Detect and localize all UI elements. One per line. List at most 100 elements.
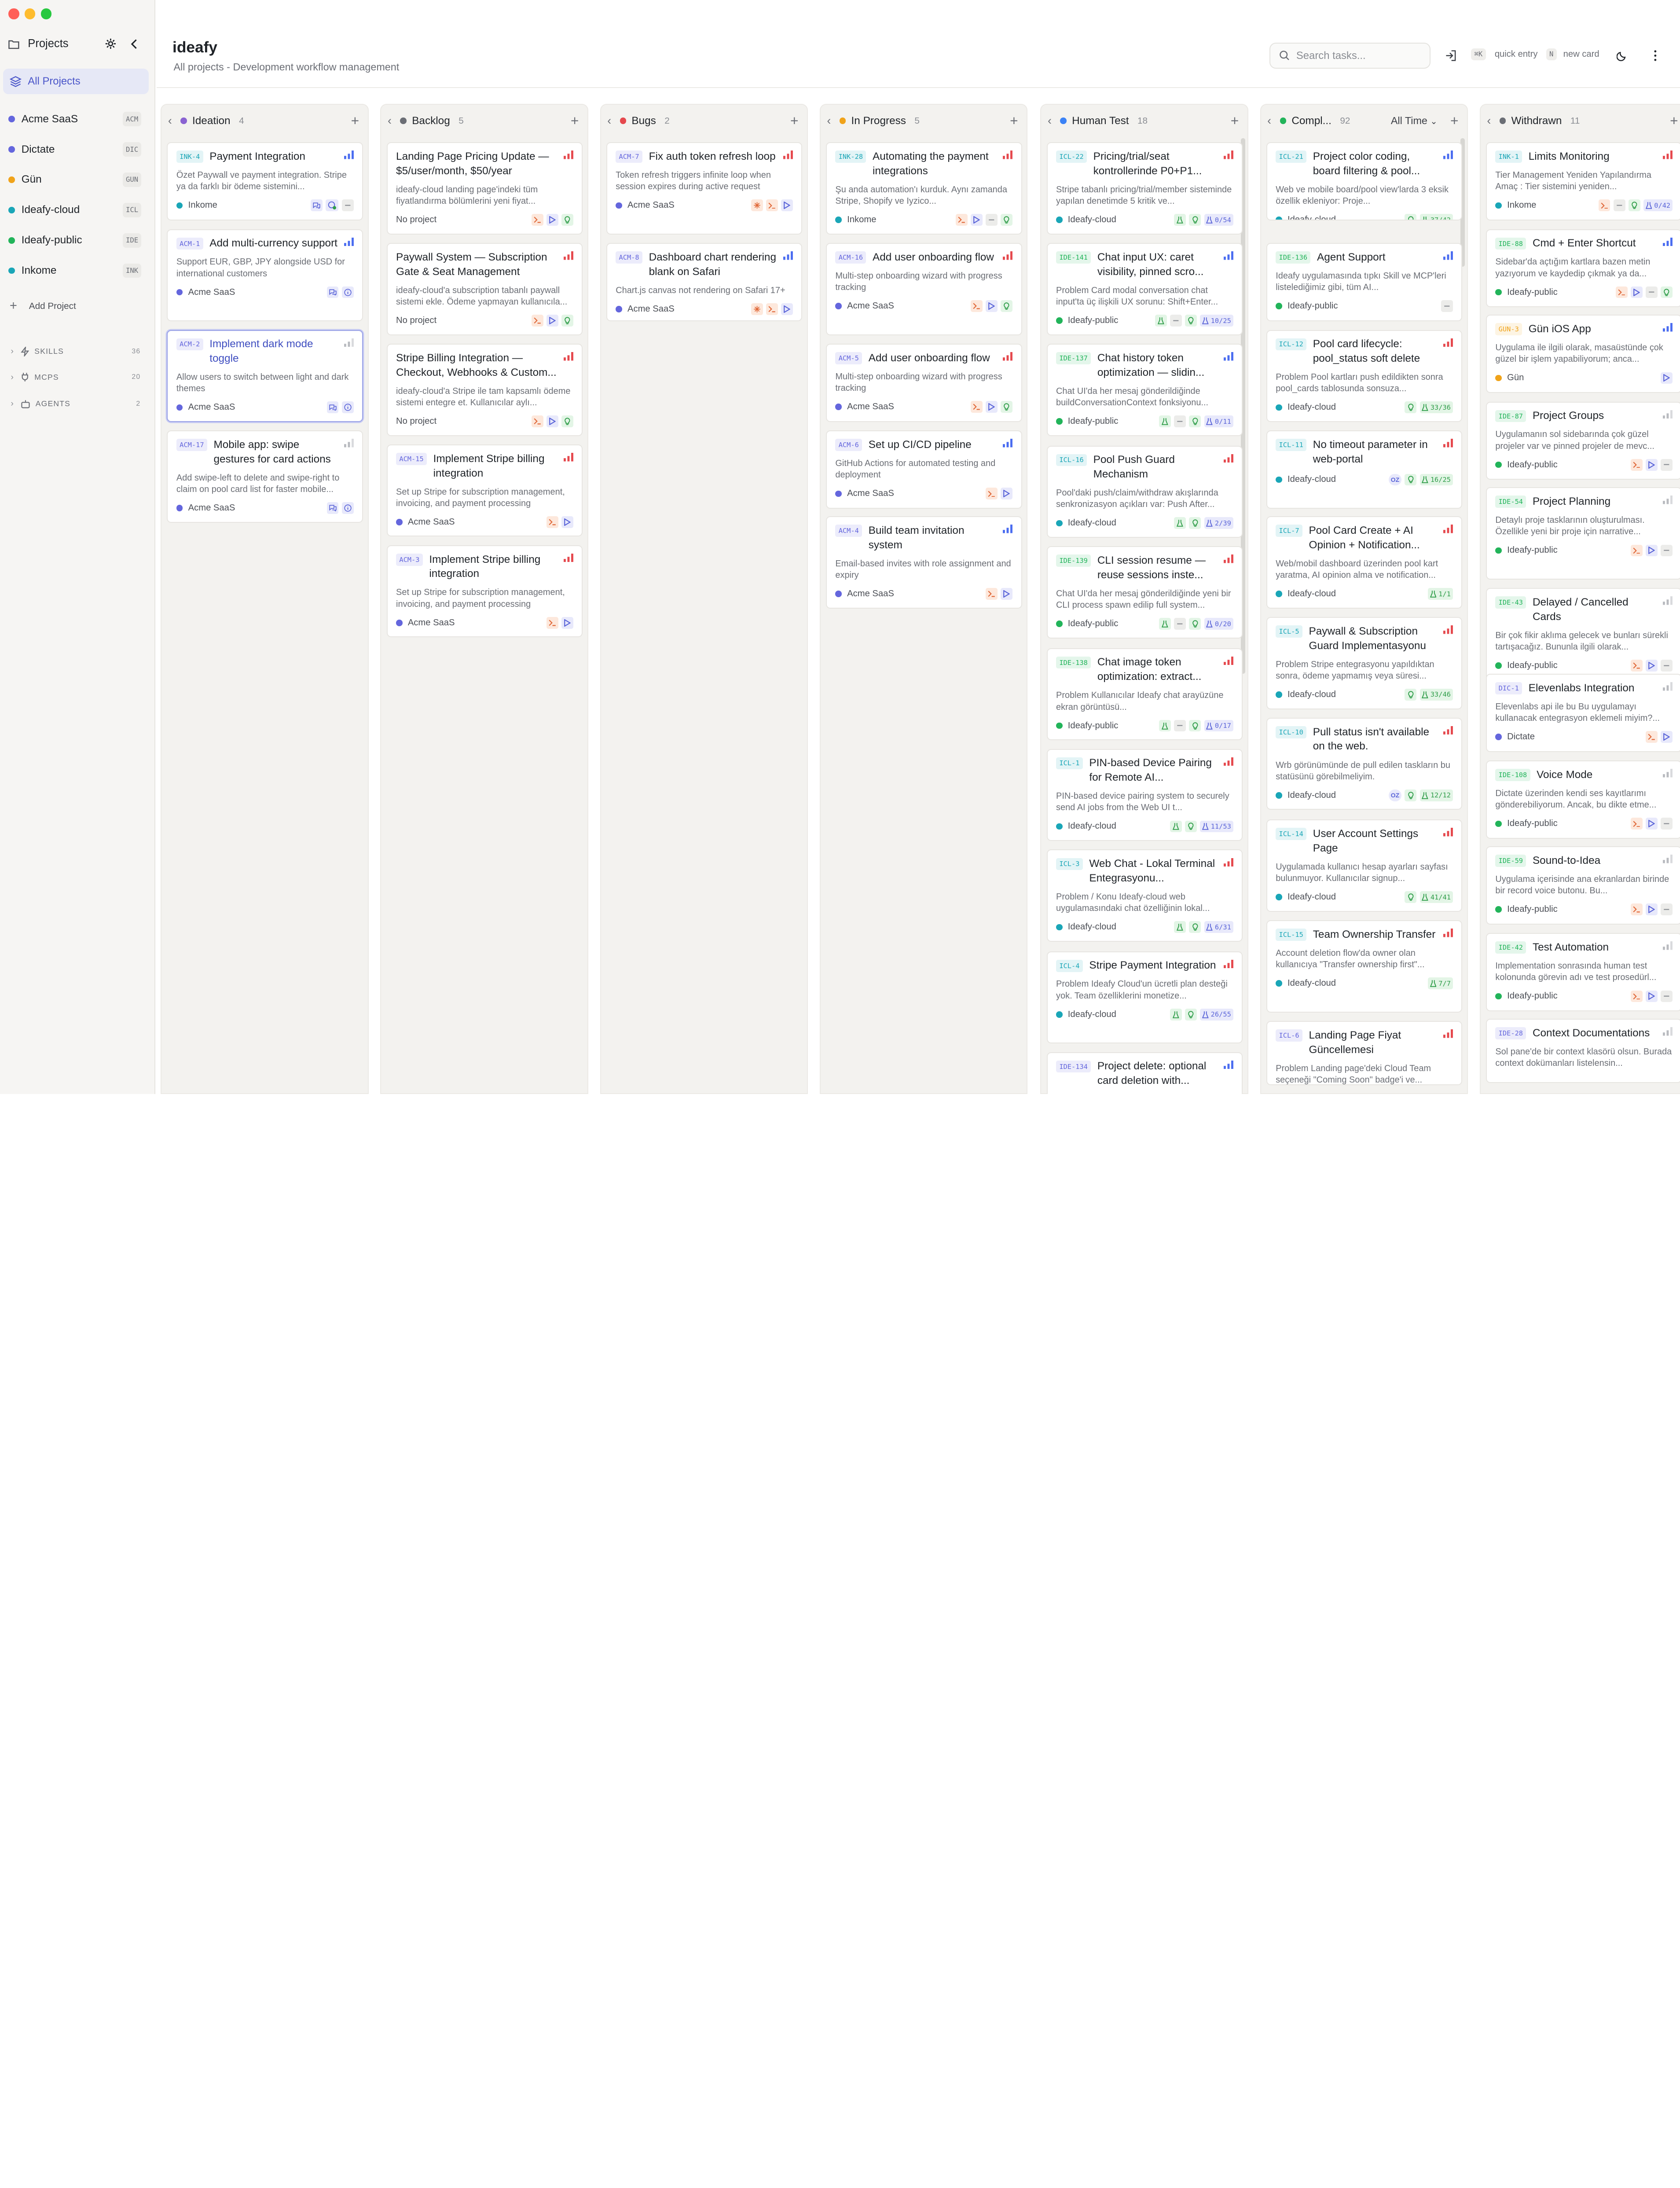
play-icon[interactable] bbox=[971, 214, 983, 226]
task-card[interactable]: ACM-8Dashboard chart rendering blank on … bbox=[606, 243, 803, 321]
play-icon[interactable] bbox=[1646, 459, 1658, 471]
terminal-icon[interactable] bbox=[766, 303, 778, 315]
chat-icon[interactable] bbox=[311, 199, 323, 211]
task-card[interactable]: ACM-17Mobile app: swipe gestures for car… bbox=[167, 430, 363, 522]
terminal-icon[interactable] bbox=[532, 214, 543, 226]
task-card[interactable]: ICL-1PIN-based Device Pairing for Remote… bbox=[1047, 749, 1243, 841]
new-card-label[interactable]: new card bbox=[1563, 49, 1599, 59]
play-icon[interactable] bbox=[986, 300, 998, 312]
minus-icon[interactable] bbox=[1661, 991, 1673, 1002]
task-card[interactable]: IDE-87Project GroupsUygulamanın sol side… bbox=[1486, 402, 1680, 480]
lightbulb-icon[interactable] bbox=[1661, 286, 1673, 298]
task-card[interactable]: IDE-54Project PlanningDetaylı proje task… bbox=[1486, 487, 1680, 579]
terminal-icon[interactable] bbox=[971, 401, 983, 413]
lightbulb-icon[interactable] bbox=[561, 214, 573, 226]
minus-icon[interactable] bbox=[1661, 459, 1673, 471]
task-card[interactable]: IDE-139CLI session resume — reuse sessio… bbox=[1047, 546, 1243, 638]
minus-icon[interactable] bbox=[1174, 618, 1186, 630]
task-card[interactable]: Paywall System — Subscription Gate & Sea… bbox=[387, 243, 583, 335]
sidebar-item-project[interactable]: Ideafy-publicIDE bbox=[0, 225, 155, 256]
lightbulb-icon[interactable] bbox=[1189, 618, 1201, 630]
minus-icon[interactable] bbox=[1170, 315, 1182, 327]
task-card[interactable]: IDE-88Cmd + Enter ShortcutSidebar'da açt… bbox=[1486, 229, 1680, 308]
lightbulb-icon[interactable] bbox=[1185, 315, 1197, 327]
play-icon[interactable] bbox=[1646, 991, 1658, 1002]
terminal-icon[interactable] bbox=[1631, 903, 1643, 915]
bug-icon[interactable] bbox=[751, 303, 763, 315]
task-card[interactable]: Stripe Billing Integration — Checkout, W… bbox=[387, 344, 583, 436]
add-card-plus-icon[interactable]: + bbox=[790, 113, 798, 129]
sidebar-section-skills[interactable]: › SKILLS 36 bbox=[11, 344, 140, 359]
task-card[interactable]: GUN-3Gün iOS AppUygulama ile ilgili olar… bbox=[1486, 315, 1680, 393]
lightbulb-icon[interactable] bbox=[1405, 474, 1416, 486]
lightbulb-icon[interactable] bbox=[1189, 720, 1201, 732]
flask-icon[interactable] bbox=[1159, 415, 1171, 427]
task-card[interactable]: ICL-16Pool Push Guard MechanismPool'daki… bbox=[1047, 446, 1243, 538]
collapse-column-chevron-icon[interactable]: ‹ bbox=[827, 114, 831, 128]
task-card[interactable]: Landing Page Pricing Update — $5/user/mo… bbox=[387, 142, 583, 234]
play-icon[interactable] bbox=[547, 214, 558, 226]
lightbulb-icon[interactable] bbox=[1189, 415, 1201, 427]
chat-icon[interactable] bbox=[327, 401, 339, 413]
terminal-icon[interactable] bbox=[532, 415, 543, 427]
settings-gear-icon[interactable] bbox=[103, 37, 118, 51]
play-icon[interactable] bbox=[1001, 588, 1012, 600]
chat-icon[interactable] bbox=[327, 502, 339, 514]
task-card[interactable]: ICL-14User Account Settings PageUygulama… bbox=[1266, 819, 1463, 911]
collapse-column-chevron-icon[interactable]: ‹ bbox=[1487, 114, 1491, 128]
play-icon[interactable] bbox=[1646, 818, 1658, 830]
sidebar-section-agents[interactable]: › AGENTS 2 bbox=[11, 396, 140, 411]
terminal-icon[interactable] bbox=[1616, 286, 1628, 298]
sidebar-item-all-projects[interactable]: All Projects bbox=[3, 69, 149, 94]
flask-icon[interactable] bbox=[1155, 315, 1167, 327]
terminal-icon[interactable] bbox=[547, 516, 558, 528]
add-card-plus-icon[interactable]: + bbox=[1231, 113, 1239, 129]
gear-check-icon[interactable] bbox=[326, 199, 338, 211]
add-card-plus-icon[interactable]: + bbox=[1670, 113, 1678, 129]
task-card[interactable]: INK-28Automating the payment integration… bbox=[826, 142, 1022, 234]
chat-icon[interactable] bbox=[327, 286, 339, 298]
task-card[interactable]: ICL-15Team Ownership TransferAccount del… bbox=[1266, 920, 1463, 1012]
task-card[interactable]: ICL-6Landing Page Fiyat GüncellemesiProb… bbox=[1266, 1021, 1463, 1085]
moon-icon[interactable] bbox=[1614, 47, 1631, 64]
terminal-icon[interactable] bbox=[1631, 818, 1643, 830]
task-card[interactable]: ICL-21Project color coding, board filter… bbox=[1266, 142, 1463, 220]
task-card[interactable]: IDE-108Voice ModeDictate üzerinden kendi… bbox=[1486, 760, 1680, 839]
minus-icon[interactable] bbox=[1661, 545, 1673, 557]
task-card[interactable]: DIC-1Elevenlabs IntegrationElevenlabs ap… bbox=[1486, 674, 1680, 752]
search-input[interactable] bbox=[1296, 50, 1425, 62]
task-card[interactable]: ACM-16Add user onboarding flowMulti-step… bbox=[826, 243, 1022, 335]
play-icon[interactable] bbox=[781, 303, 793, 315]
flask-icon[interactable] bbox=[1174, 921, 1186, 933]
play-icon[interactable] bbox=[1646, 660, 1658, 672]
minus-icon[interactable] bbox=[986, 214, 998, 226]
add-card-plus-icon[interactable]: + bbox=[1450, 113, 1458, 129]
sidebar-section-mcps[interactable]: › MCPS 20 bbox=[11, 370, 140, 385]
task-card[interactable]: ICL-12Pool card lifecycle: pool_status s… bbox=[1266, 330, 1463, 422]
play-icon[interactable] bbox=[561, 617, 573, 629]
login-icon[interactable] bbox=[1442, 47, 1460, 64]
task-card[interactable]: ACM-1Add multi-currency supportSupport E… bbox=[167, 229, 363, 321]
task-card[interactable]: IDE-28Context DocumentationsSol pane'de … bbox=[1486, 1019, 1680, 1083]
task-card[interactable]: ICL-10Pull status isn't available on the… bbox=[1266, 718, 1463, 810]
terminal-icon[interactable] bbox=[1599, 199, 1610, 211]
minus-icon[interactable] bbox=[1661, 818, 1673, 830]
bug-icon[interactable] bbox=[751, 199, 763, 211]
terminal-icon[interactable] bbox=[1631, 459, 1643, 471]
terminal-icon[interactable] bbox=[547, 617, 558, 629]
task-card[interactable]: IDE-59Sound-to-IdeaUygulama içerisinde a… bbox=[1486, 846, 1680, 925]
task-card[interactable]: ICL-7Pool Card Create + AI Opinion + Not… bbox=[1266, 516, 1463, 608]
add-project-button[interactable]: + Add Project bbox=[10, 299, 76, 313]
task-card[interactable]: ACM-6Set up CI/CD pipelineGitHub Actions… bbox=[826, 430, 1022, 509]
task-card[interactable]: IDE-141Chat input UX: caret visibility, … bbox=[1047, 243, 1243, 335]
terminal-icon[interactable] bbox=[986, 588, 998, 600]
task-card[interactable]: IDE-138Chat image token optimization: ex… bbox=[1047, 648, 1243, 740]
lightbulb-icon[interactable] bbox=[1405, 214, 1416, 220]
minus-icon[interactable] bbox=[342, 199, 354, 211]
lightbulb-icon[interactable] bbox=[1189, 517, 1201, 529]
add-card-plus-icon[interactable]: + bbox=[571, 113, 579, 129]
play-icon[interactable] bbox=[1646, 545, 1658, 557]
lightbulb-icon[interactable] bbox=[1001, 214, 1012, 226]
task-card[interactable]: IDE-134Project delete: optional card del… bbox=[1047, 1052, 1243, 1094]
sidebar-item-project[interactable]: InkomeINK bbox=[0, 256, 155, 286]
